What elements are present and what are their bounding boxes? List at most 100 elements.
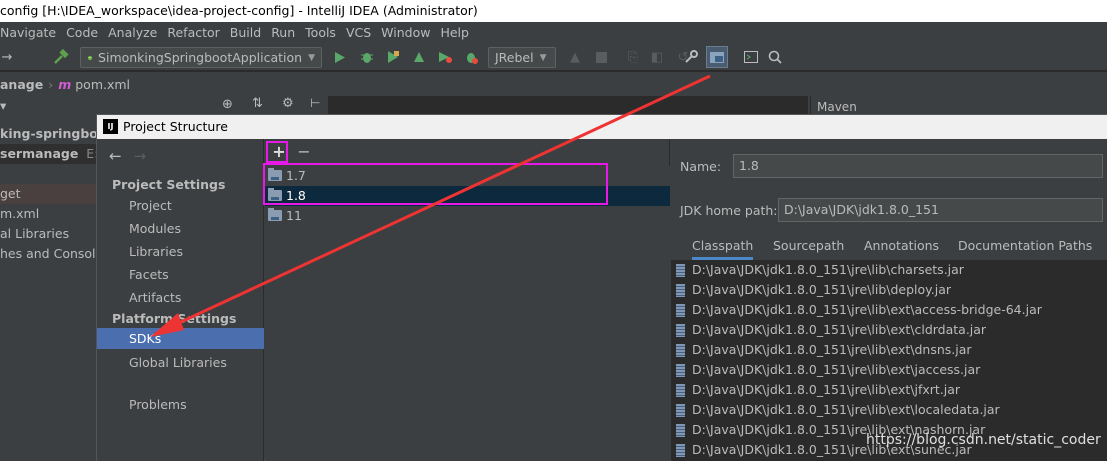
nav-item-libraries[interactable]: Libraries xyxy=(97,241,264,262)
project-tree-scratches[interactable]: hes and Console xyxy=(0,244,103,264)
gear-icon[interactable]: ⚙ xyxy=(282,96,294,111)
nav-item-global-libraries[interactable]: Global Libraries xyxy=(97,352,264,373)
sdk-item-1-7[interactable]: 1.7 xyxy=(265,166,670,186)
sdk-item-label: 1.8 xyxy=(286,188,306,203)
remove-sdk-button[interactable]: − xyxy=(296,144,312,160)
project-view-chevron-icon[interactable]: ▾ xyxy=(0,96,6,116)
project-tree-root[interactable]: king-springboo xyxy=(0,124,106,144)
menu-navigate[interactable]: Navigate xyxy=(0,25,61,40)
collapse-icon[interactable]: ⇅ xyxy=(252,96,263,111)
maven-tool-title: Maven xyxy=(810,96,1107,114)
tab-sourcepath[interactable]: Sourcepath xyxy=(773,235,844,257)
back-arrow-icon[interactable]: ← xyxy=(109,147,122,165)
build-hammer-icon[interactable] xyxy=(52,48,70,66)
settings-navigation: ← → Project Settings Project Modules Lib… xyxy=(97,139,264,461)
classpath-item[interactable]: D:\Java\JDK\jdk1.8.0_151\jre\lib\ext\cld… xyxy=(671,320,1107,340)
jdk-folder-icon xyxy=(268,188,282,201)
breadcrumb-separator-icon: › xyxy=(48,76,54,92)
coverage-icon[interactable]: ◧ xyxy=(648,48,666,66)
project-tree-external-libraries[interactable]: al Libraries xyxy=(0,224,69,244)
classpath-item-label: D:\Java\JDK\jdk1.8.0_151\jre\lib\charset… xyxy=(692,262,964,277)
jdk-folder-icon xyxy=(268,208,282,221)
sdk-item-1-8[interactable]: 1.8 xyxy=(265,186,670,206)
spring-boot-icon xyxy=(87,55,93,60)
jar-icon xyxy=(676,364,685,377)
locate-icon[interactable]: ⊕ xyxy=(222,97,233,112)
profile-icon[interactable] xyxy=(410,48,428,66)
classpath-item-label: D:\Java\JDK\jdk1.8.0_151\jre\lib\ext\jfx… xyxy=(692,382,961,397)
classpath-item-label: D:\Java\JDK\jdk1.8.0_151\jre\lib\ext\acc… xyxy=(692,302,1042,317)
menu-tools[interactable]: Tools xyxy=(300,25,341,40)
debug-icon[interactable] xyxy=(358,48,376,66)
jrebel-debug-icon[interactable] xyxy=(462,48,480,66)
menu-run[interactable]: Run xyxy=(266,25,300,40)
editor-area xyxy=(328,96,808,114)
nav-item-problems[interactable]: Problems xyxy=(97,394,264,415)
settings-wrench-icon[interactable] xyxy=(682,48,700,66)
menu-window[interactable]: Window xyxy=(376,25,435,40)
jar-icon xyxy=(676,304,685,317)
project-structure-icon[interactable] xyxy=(706,46,728,68)
menu-analyze[interactable]: Analyze xyxy=(103,25,162,40)
add-sdk-button[interactable]: + xyxy=(271,144,287,160)
tab-annotations[interactable]: Annotations xyxy=(864,235,939,257)
attach-icon[interactable]: ⎘ xyxy=(624,48,642,66)
run-with-coverage-icon[interactable] xyxy=(384,48,402,66)
background-tool-strip: ⊕ ⇅ ⚙ ⊢ Maven xyxy=(96,96,1107,114)
sdk-item-11[interactable]: 11 xyxy=(265,206,670,226)
maven-file-icon: m xyxy=(58,76,72,92)
classpath-item[interactable]: D:\Java\JDK\jdk1.8.0_151\jre\lib\ext\jfx… xyxy=(671,380,1107,400)
jar-icon xyxy=(676,264,685,277)
run-configuration-select[interactable]: SimonkingSpringbootApplication ▼ xyxy=(80,47,322,68)
jdk-home-path-field[interactable]: D:\Java\JDK\jdk1.8.0_151 xyxy=(778,198,1103,222)
classpath-item[interactable]: D:\Java\JDK\jdk1.8.0_151\jre\lib\deploy.… xyxy=(671,280,1107,300)
classpath-item[interactable]: D:\Java\JDK\jdk1.8.0_151\jre\lib\ext\jac… xyxy=(671,360,1107,380)
breadcrumb-module[interactable]: anage xyxy=(0,77,43,92)
sdk-item-label: 1.7 xyxy=(286,168,306,183)
breadcrumb-file[interactable]: pom.xml xyxy=(75,77,130,92)
menu-vcs[interactable]: VCS xyxy=(341,25,376,40)
nav-item-project[interactable]: Project xyxy=(97,195,264,216)
menu-help[interactable]: Help xyxy=(435,25,474,40)
terminal-icon[interactable] xyxy=(742,48,760,66)
project-tree-module[interactable]: sermanage xyxy=(0,146,78,161)
classpath-item-label: D:\Java\JDK\jdk1.8.0_151\jre\lib\ext\dns… xyxy=(692,342,972,357)
classpath-item[interactable]: D:\Java\JDK\jdk1.8.0_151\jre\lib\ext\acc… xyxy=(671,300,1107,320)
nav-item-artifacts[interactable]: Artifacts xyxy=(97,287,264,308)
name-label: Name: xyxy=(680,159,722,174)
nav-history: ← → xyxy=(109,147,146,165)
sdk-item-label: 11 xyxy=(286,208,302,223)
sdk-list: 1.7 1.8 11 xyxy=(265,166,670,461)
tab-classpath[interactable]: Classpath xyxy=(692,235,754,260)
forward-arrow-icon[interactable]: → xyxy=(134,147,147,165)
menu-refactor[interactable]: Refactor xyxy=(162,25,224,40)
jrebel-select[interactable]: JRebel ▼ xyxy=(488,47,556,68)
sdk-list-toolbar: + − xyxy=(265,139,670,165)
jdk-folder-icon xyxy=(268,168,282,181)
project-settings-header: Project Settings xyxy=(112,177,226,192)
project-tree-target[interactable]: get xyxy=(0,184,96,204)
jar-icon xyxy=(676,324,685,337)
jar-icon xyxy=(676,424,685,437)
tab-documentation-paths[interactable]: Documentation Paths xyxy=(958,235,1092,257)
run-icon[interactable] xyxy=(332,48,348,66)
hide-icon[interactable]: ⊢ xyxy=(310,96,320,110)
menu-build[interactable]: Build xyxy=(225,25,266,40)
nav-item-sdks[interactable]: SDKs xyxy=(97,328,264,349)
jrebel-run-icon[interactable] xyxy=(436,48,454,66)
platform-settings-header: Platform Settings xyxy=(112,311,237,326)
classpath-item[interactable]: D:\Java\JDK\jdk1.8.0_151\jre\lib\ext\dns… xyxy=(671,340,1107,360)
project-tree-pom[interactable]: m.xml xyxy=(0,204,39,224)
classpath-item[interactable]: D:\Java\JDK\jdk1.8.0_151\jre\lib\ext\loc… xyxy=(671,400,1107,420)
sdk-list-panel: + − 1.7 1.8 11 xyxy=(265,139,670,461)
stop-icon[interactable] xyxy=(592,48,610,66)
update-icon[interactable]: ▲ xyxy=(566,48,584,66)
nav-item-facets[interactable]: Facets xyxy=(97,264,264,285)
nav-item-modules[interactable]: Modules xyxy=(97,218,264,239)
search-icon[interactable] xyxy=(766,48,784,66)
classpath-item-label: D:\Java\JDK\jdk1.8.0_151\jre\lib\ext\jac… xyxy=(692,362,981,377)
sdk-name-field[interactable]: 1.8 xyxy=(733,154,1103,178)
menu-code[interactable]: Code xyxy=(61,25,103,40)
classpath-item[interactable]: D:\Java\JDK\jdk1.8.0_151\jre\lib\charset… xyxy=(671,260,1107,280)
forward-arrow-icon[interactable]: → xyxy=(0,48,14,66)
